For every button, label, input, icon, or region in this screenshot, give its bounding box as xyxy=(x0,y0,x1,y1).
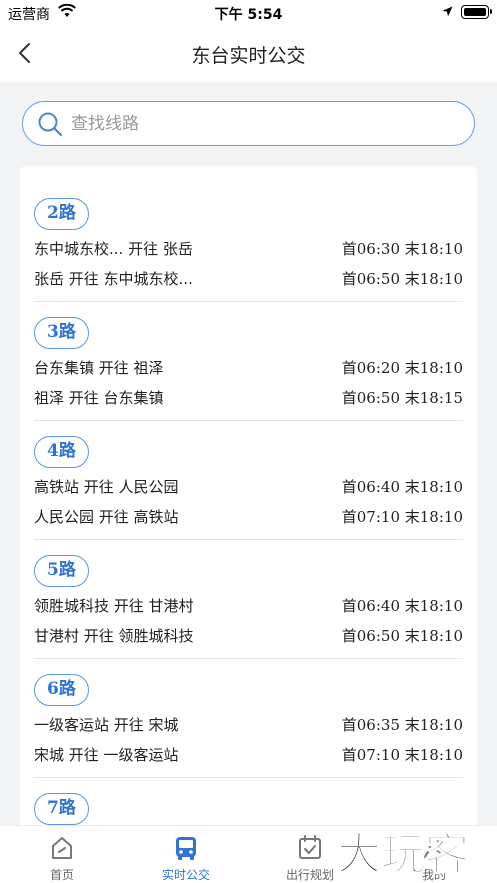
route-badge: 7路 xyxy=(34,793,89,825)
service-hours: 首06:20 末18:10 xyxy=(341,359,463,377)
route-item[interactable]: 3路 台东集镇 开往 祖泽 首06:20 末18:10 祖泽 开往 台东集镇 首… xyxy=(34,285,463,421)
tab-label: 首页 xyxy=(49,868,74,882)
search-icon xyxy=(38,112,63,137)
page-title: 东台实时公交 xyxy=(191,45,306,67)
direction-label: 高铁站 开往 人民公园 xyxy=(34,478,179,496)
tab-home[interactable]: 首页 xyxy=(0,826,124,883)
route-badge: 3路 xyxy=(34,317,89,349)
route-item[interactable]: 5路 领胜城科技 开往 甘港村 首06:40 末18:10 甘港村 开往 领胜城… xyxy=(34,523,463,659)
clock: 下午 5:54 xyxy=(214,7,283,23)
route-badge: 4路 xyxy=(34,436,89,468)
route-direction[interactable]: 东中城东校... 开往 张岳 首06:30 末18:10 xyxy=(34,236,463,260)
route-direction[interactable]: 一级客运站 开往 宋城 首06:35 末18:10 xyxy=(34,712,463,736)
route-direction[interactable]: 台东集镇 开往 祖泽 首06:20 末18:10 xyxy=(34,355,463,379)
route-item[interactable]: 4路 高铁站 开往 人民公园 首06:40 末18:10 人民公园 开往 高铁站… xyxy=(34,404,463,540)
service-hours: 首06:40 末18:10 xyxy=(341,478,463,496)
search-bar[interactable] xyxy=(22,101,475,146)
route-badge: 2路 xyxy=(34,198,89,230)
direction-label: 台东集镇 开往 祖泽 xyxy=(34,359,164,377)
route-list: 2路 东中城东校... 开往 张岳 首06:30 末18:10 张岳 开往 东中… xyxy=(20,166,477,866)
calendar-icon xyxy=(299,835,321,859)
route-direction[interactable]: 高铁站 开往 人民公园 首06:40 末18:10 xyxy=(34,474,463,498)
nav-header: 东台实时公交 xyxy=(0,26,497,82)
route-direction[interactable]: 领胜城科技 开往 甘港村 首06:40 末18:10 xyxy=(34,593,463,617)
svg-text:大玩客: 大玩客 xyxy=(337,829,469,879)
service-hours: 首06:40 末18:10 xyxy=(341,597,463,615)
tab-label: 实时公交 xyxy=(161,868,210,882)
service-hours: 首06:30 末18:10 xyxy=(341,240,463,258)
status-bar: 运营商 下午 5:54 xyxy=(0,0,497,26)
direction-label: 东中城东校... 开往 张岳 xyxy=(34,240,193,258)
tab-realtime-bus[interactable]: 实时公交 xyxy=(124,826,248,883)
service-hours: 首06:35 末18:10 xyxy=(341,716,463,734)
route-badge: 5路 xyxy=(34,555,89,587)
direction-label: 一级客运站 开往 宋城 xyxy=(34,716,179,734)
route-badge: 6路 xyxy=(34,674,89,706)
direction-label: 领胜城科技 开往 甘港村 xyxy=(34,597,194,615)
route-item[interactable]: 6路 一级客运站 开往 宋城 首06:35 末18:10 宋城 开往 一级客运站… xyxy=(34,642,463,778)
bus-icon xyxy=(176,837,196,860)
location-arrow-icon xyxy=(442,6,453,17)
watermark-logo: 大玩客 xyxy=(337,828,470,879)
battery-icon xyxy=(461,5,492,19)
route-item[interactable]: 2路 东中城东校... 开往 张岳 首06:30 末18:10 张岳 开往 东中… xyxy=(34,166,463,302)
home-icon xyxy=(52,837,72,859)
search-input[interactable] xyxy=(71,109,451,139)
